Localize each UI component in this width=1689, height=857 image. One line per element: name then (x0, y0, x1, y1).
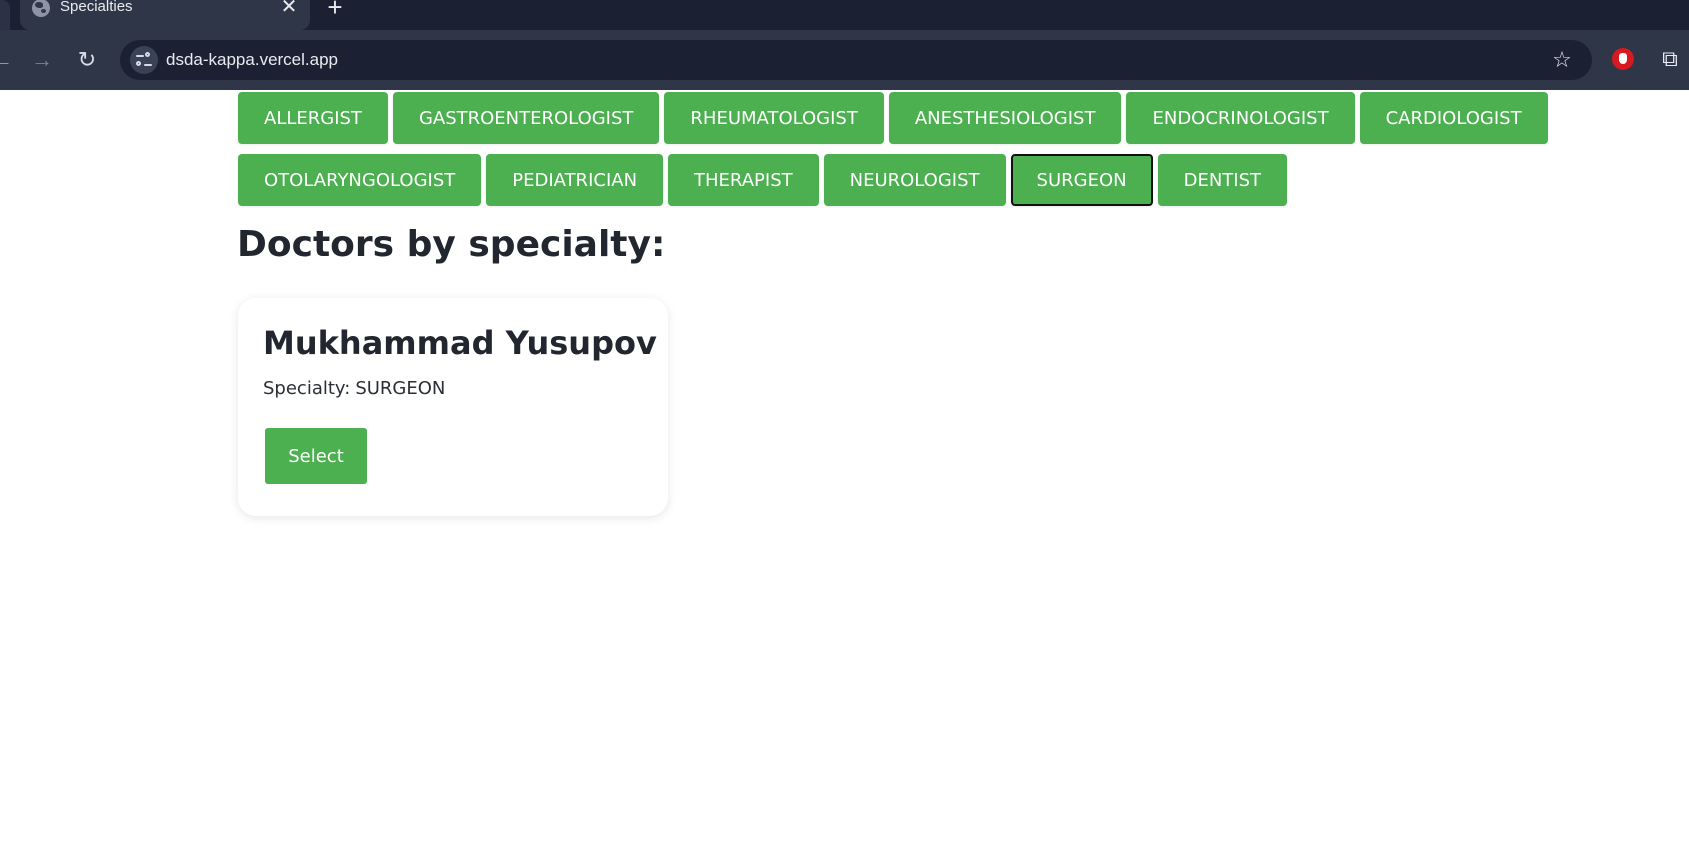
adblock-extension-icon[interactable] (1612, 48, 1634, 70)
specialty-button-endocrinologist[interactable]: ENDOCRINOLOGIST (1126, 92, 1355, 144)
select-doctor-button[interactable]: Select (265, 428, 367, 484)
doctor-specialty: Specialty: SURGEON (263, 378, 445, 399)
specialty-buttons-row-1: ALLERGIST GASTROENTEROLOGIST RHEUMATOLOG… (238, 92, 1548, 144)
extensions-puzzle-icon[interactable]: ⧉ (1655, 44, 1685, 74)
specialty-button-dentist[interactable]: DENTIST (1157, 154, 1288, 206)
globe-icon (32, 0, 50, 17)
specialty-button-therapist[interactable]: THERAPIST (668, 154, 819, 206)
close-icon[interactable]: ✕ (278, 0, 300, 18)
page-content: ALLERGIST GASTROENTEROLOGIST RHEUMATOLOG… (0, 90, 1689, 857)
doctor-card: Mukhammad Yusupov Specialty: SURGEON Sele… (238, 298, 668, 516)
doctor-name: Mukhammad Yusupov (263, 324, 657, 362)
specialty-button-anesthesiologist[interactable]: ANESTHESIOLOGIST (888, 92, 1122, 144)
browser-toolbar: ← → ↻ dsda-kappa.vercel.app ☆ (0, 30, 1689, 90)
tab-strip: Specialties ✕ + (0, 0, 1689, 30)
specialty-label: Specialty: (263, 378, 351, 399)
address-bar[interactable]: dsda-kappa.vercel.app ☆ (120, 40, 1592, 80)
forward-icon[interactable]: → (28, 46, 56, 74)
previous-tab-edge[interactable] (0, 0, 10, 30)
specialty-button-surgeon[interactable]: SURGEON (1010, 154, 1153, 206)
specialty-button-otolaryngologist[interactable]: OTOLARYNGOLOGIST (238, 154, 482, 206)
specialty-button-cardiologist[interactable]: CARDIOLOGIST (1359, 92, 1548, 144)
url-text[interactable]: dsda-kappa.vercel.app (166, 51, 338, 69)
specialty-button-rheumatologist[interactable]: RHEUMATOLOGIST (664, 92, 884, 144)
specialty-value: SURGEON (355, 378, 446, 399)
site-info-icon[interactable] (130, 46, 158, 74)
specialty-button-allergist[interactable]: ALLERGIST (238, 92, 388, 144)
specialty-buttons-row-2: OTOLARYNGOLOGIST PEDIATRICIAN THERAPIST … (238, 154, 1288, 206)
specialty-button-gastroenterologist[interactable]: GASTROENTEROLOGIST (392, 92, 660, 144)
reload-icon[interactable]: ↻ (73, 46, 101, 74)
tab-specialties[interactable]: Specialties ✕ (20, 0, 310, 30)
back-icon[interactable]: ← (0, 46, 16, 74)
specialty-button-neurologist[interactable]: NEUROLOGIST (823, 154, 1006, 206)
plus-icon[interactable]: + (322, 0, 348, 20)
tab-title: Specialties (60, 0, 133, 15)
star-icon[interactable]: ☆ (1548, 46, 1576, 74)
page-title: Doctors by specialty: (237, 224, 666, 265)
specialty-button-pediatrician[interactable]: PEDIATRICIAN (486, 154, 664, 206)
